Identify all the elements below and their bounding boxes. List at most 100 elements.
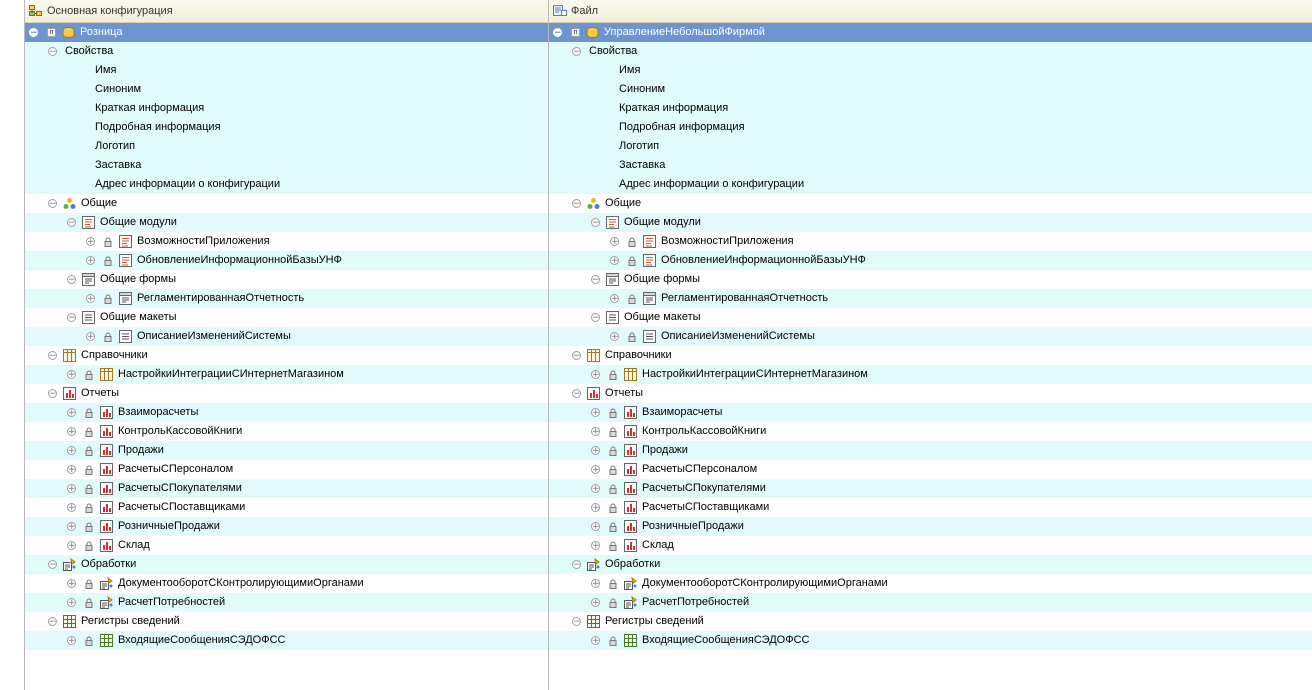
tree-row[interactable]: + Продажи <box>549 441 1312 460</box>
tree-row[interactable]: − Справочники <box>549 346 1312 365</box>
expand-icon[interactable]: + <box>591 427 600 437</box>
expand-icon[interactable]: + <box>67 370 76 380</box>
tree-row[interactable]: − Регистры сведений <box>549 612 1312 631</box>
tree-row[interactable]: + ДокументооборотСКонтролирующимиОрганами <box>549 574 1312 593</box>
collapse-icon[interactable]: − <box>48 560 57 570</box>
tree-row[interactable]: + ВходящиеСообщенияСЭДОФСС <box>549 631 1312 650</box>
tree-row[interactable]: + ОписаниеИзмененийСистемы <box>25 327 548 346</box>
collapse-icon[interactable]: − <box>29 28 38 38</box>
expand-icon[interactable]: + <box>67 408 76 418</box>
tree-row[interactable]: + Продажи <box>25 441 548 460</box>
expand-icon[interactable]: + <box>67 598 76 608</box>
collapse-icon[interactable]: − <box>572 47 581 57</box>
expand-icon[interactable]: + <box>86 332 95 342</box>
tree-row[interactable]: − Общие модули <box>25 213 548 232</box>
expand-icon[interactable]: + <box>86 294 95 304</box>
collapse-icon[interactable]: − <box>48 199 57 209</box>
tree-row[interactable]: Логотип <box>549 137 1312 156</box>
file-config-header[interactable]: Файл <box>549 0 1312 23</box>
tree-row[interactable]: Краткая информация <box>25 99 548 118</box>
tree-row[interactable]: − Отчеты <box>549 384 1312 403</box>
tree-row[interactable]: + Взаиморасчеты <box>549 403 1312 422</box>
collapse-icon[interactable]: − <box>572 199 581 209</box>
main-config-header[interactable]: Основная конфигурация <box>25 0 548 23</box>
expand-icon[interactable]: + <box>591 370 600 380</box>
collapse-icon[interactable]: − <box>67 275 76 285</box>
collapse-icon[interactable]: − <box>591 313 600 323</box>
expand-icon[interactable]: + <box>591 636 600 646</box>
tree-row[interactable]: − Обработки <box>25 555 548 574</box>
tree-row[interactable]: + РегламентированнаяОтчетность <box>25 289 548 308</box>
expand-icon[interactable]: + <box>591 484 600 494</box>
tree-row[interactable]: − Общие <box>25 194 548 213</box>
collapse-icon[interactable]: − <box>67 218 76 228</box>
tree-row[interactable]: Имя <box>549 61 1312 80</box>
expand-icon[interactable]: + <box>591 408 600 418</box>
tree-row[interactable]: + РозничныеПродажи <box>25 517 548 536</box>
tree-row[interactable]: − Обработки <box>549 555 1312 574</box>
tree-row[interactable]: + НастройкиИнтеграцииСИнтернетМагазином <box>549 365 1312 384</box>
expand-icon[interactable]: + <box>67 446 76 456</box>
tree-row[interactable]: + ОбновлениеИнформационнойБазыУНФ <box>549 251 1312 270</box>
tree-row[interactable]: − Общие формы <box>549 270 1312 289</box>
tree-row[interactable]: + РасчетыСПерсоналом <box>25 460 548 479</box>
tree-row[interactable]: − Общие формы <box>25 270 548 289</box>
collapse-icon[interactable]: − <box>553 28 562 38</box>
collapse-icon[interactable]: − <box>48 47 57 57</box>
tree-row[interactable]: + ДокументооборотСКонтролирующимиОрганами <box>25 574 548 593</box>
tree-row[interactable]: + ОписаниеИзмененийСистемы <box>549 327 1312 346</box>
tree-row[interactable]: Синоним <box>25 80 548 99</box>
expand-icon[interactable]: + <box>67 522 76 532</box>
tree-row[interactable]: − Общие макеты <box>25 308 548 327</box>
tree-row[interactable]: Подробная информация <box>549 118 1312 137</box>
expand-icon[interactable]: + <box>591 541 600 551</box>
collapse-icon[interactable]: − <box>572 389 581 399</box>
tree-row[interactable]: + РозничныеПродажи <box>549 517 1312 536</box>
expand-icon[interactable]: + <box>610 237 619 247</box>
compare-flag-icon[interactable]: п <box>47 28 56 37</box>
tree-row[interactable]: − Регистры сведений <box>25 612 548 631</box>
tree-row[interactable]: + ВозможностиПриложения <box>549 232 1312 251</box>
tree-row[interactable]: + РасчетыСПокупателями <box>25 479 548 498</box>
tree-row[interactable]: Логотип <box>25 137 548 156</box>
tree-row[interactable]: + КонтрольКассовойКниги <box>25 422 548 441</box>
tree-row[interactable]: − п Розница <box>25 23 548 42</box>
expand-icon[interactable]: + <box>591 598 600 608</box>
collapse-icon[interactable]: − <box>48 617 57 627</box>
tree-row[interactable]: + РасчетыСПокупателями <box>549 479 1312 498</box>
expand-icon[interactable]: + <box>591 522 600 532</box>
collapse-icon[interactable]: − <box>572 351 581 361</box>
tree-row[interactable]: − Отчеты <box>25 384 548 403</box>
expand-icon[interactable]: + <box>610 294 619 304</box>
collapse-icon[interactable]: − <box>591 218 600 228</box>
tree-row[interactable]: − п УправлениеНебольшойФирмой <box>549 23 1312 42</box>
tree-row[interactable]: Адрес информации о конфигурации <box>549 175 1312 194</box>
expand-icon[interactable]: + <box>67 484 76 494</box>
tree-row[interactable]: + Взаиморасчеты <box>25 403 548 422</box>
expand-icon[interactable]: + <box>86 256 95 266</box>
tree-row[interactable]: + Склад <box>25 536 548 555</box>
expand-icon[interactable]: + <box>591 465 600 475</box>
collapse-icon[interactable]: − <box>572 617 581 627</box>
tree-row[interactable]: + РасчетПотребностей <box>549 593 1312 612</box>
expand-icon[interactable]: + <box>610 256 619 266</box>
tree-row[interactable]: Синоним <box>549 80 1312 99</box>
tree-row[interactable]: Подробная информация <box>25 118 548 137</box>
tree-row[interactable]: − Общие <box>549 194 1312 213</box>
tree-row[interactable]: Имя <box>25 61 548 80</box>
expand-icon[interactable]: + <box>67 465 76 475</box>
expand-icon[interactable]: + <box>67 579 76 589</box>
tree-row[interactable]: − Справочники <box>25 346 548 365</box>
expand-icon[interactable]: + <box>67 503 76 513</box>
expand-icon[interactable]: + <box>591 579 600 589</box>
collapse-icon[interactable]: − <box>591 275 600 285</box>
tree-row[interactable]: − Общие модули <box>549 213 1312 232</box>
tree-row[interactable]: − Свойства <box>549 42 1312 61</box>
tree-row[interactable]: + ВходящиеСообщенияСЭДОФСС <box>25 631 548 650</box>
collapse-icon[interactable]: − <box>572 560 581 570</box>
tree-row[interactable]: − Общие макеты <box>549 308 1312 327</box>
expand-icon[interactable]: + <box>67 427 76 437</box>
collapse-icon[interactable]: − <box>67 313 76 323</box>
expand-icon[interactable]: + <box>610 332 619 342</box>
expand-icon[interactable]: + <box>67 541 76 551</box>
